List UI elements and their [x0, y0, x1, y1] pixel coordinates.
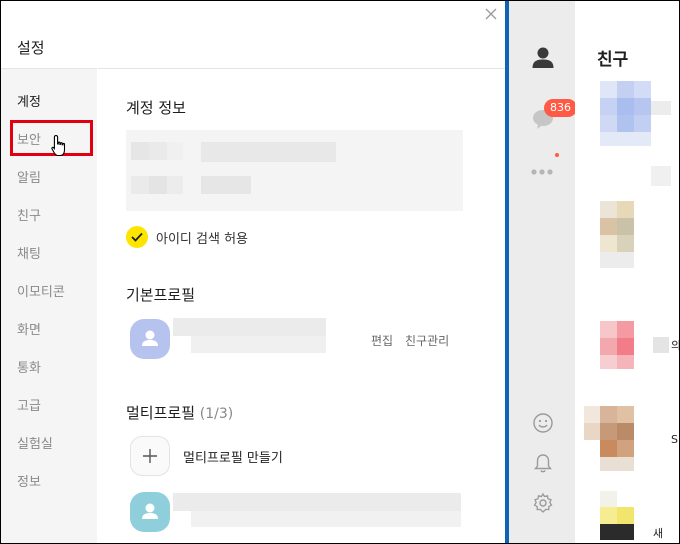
- settings-title: 설정: [17, 39, 45, 57]
- sidebar-item-calls[interactable]: 통화: [17, 357, 41, 376]
- account-info-box: [126, 130, 463, 211]
- new-indicator-dot: [555, 153, 559, 157]
- close-icon[interactable]: [483, 7, 499, 23]
- multi-profile-name-blur: [173, 493, 461, 511]
- settings-dialog: 설정 계정 보안 알림 친구 채팅 이모티콘 화면 통화 고급 실험실 정보 계…: [1, 1, 505, 543]
- check-icon[interactable]: [126, 226, 148, 248]
- multi-profile-section-title: 멀티프로필 (1/3): [126, 402, 233, 423]
- multi-profile-count: (1/3): [199, 406, 234, 422]
- manage-friends-link[interactable]: 친구관리: [405, 332, 449, 349]
- sidebar-item-chat[interactable]: 채팅: [17, 243, 41, 262]
- plus-icon: [143, 449, 157, 463]
- profile-name-blur: [173, 318, 326, 336]
- account-section-title: 계정 정보: [126, 99, 186, 117]
- multi-profile-title-text: 멀티프로필: [126, 404, 196, 422]
- sidebar-item-labs[interactable]: 실험실: [17, 433, 53, 452]
- gear-icon[interactable]: [532, 492, 554, 518]
- create-multi-profile-button[interactable]: [130, 436, 170, 476]
- edit-profile-link[interactable]: 편집: [371, 332, 393, 349]
- friend-3-partial-name: 의: [671, 337, 679, 353]
- sidebar-item-emoticons[interactable]: 이모티콘: [17, 281, 65, 300]
- sidebar-item-account[interactable]: 계정: [17, 91, 41, 110]
- friend-4-partial-name: S: [671, 433, 678, 446]
- friend-5-partial-name: 새: [653, 527, 664, 540]
- emoji-icon[interactable]: [532, 412, 554, 438]
- allow-id-search-label: 아이디 검색 허용: [156, 231, 248, 247]
- multi-profile-avatar[interactable]: [130, 492, 170, 532]
- friends-title: 친구: [597, 50, 629, 70]
- sidebar-item-notifications[interactable]: 알림: [17, 167, 41, 186]
- sidebar-item-friends[interactable]: 친구: [17, 205, 41, 224]
- sidebar-item-advanced[interactable]: 고급: [17, 395, 41, 414]
- chat-unread-badge: 836: [544, 99, 577, 117]
- create-multi-profile-label[interactable]: 멀티프로필 만들기: [183, 447, 283, 466]
- basic-profile-avatar[interactable]: [130, 319, 170, 359]
- sidebar-item-display[interactable]: 화면: [17, 319, 41, 338]
- multi-profile-status-blur: [191, 511, 461, 527]
- more-dots-icon[interactable]: [531, 164, 555, 183]
- bell-icon[interactable]: [532, 452, 554, 478]
- person-icon[interactable]: [531, 45, 555, 73]
- hand-cursor-icon: [51, 134, 69, 158]
- basic-profile-section-title: 기본프로필: [126, 286, 196, 304]
- allow-id-search-option[interactable]: 아이디 검색 허용: [126, 226, 248, 248]
- sidebar-item-info[interactable]: 정보: [17, 471, 41, 490]
- screenshot-frame: 설정 계정 보안 알림 친구 채팅 이모티콘 화면 통화 고급 실험실 정보 계…: [0, 0, 680, 544]
- profile-status-blur: [191, 336, 326, 353]
